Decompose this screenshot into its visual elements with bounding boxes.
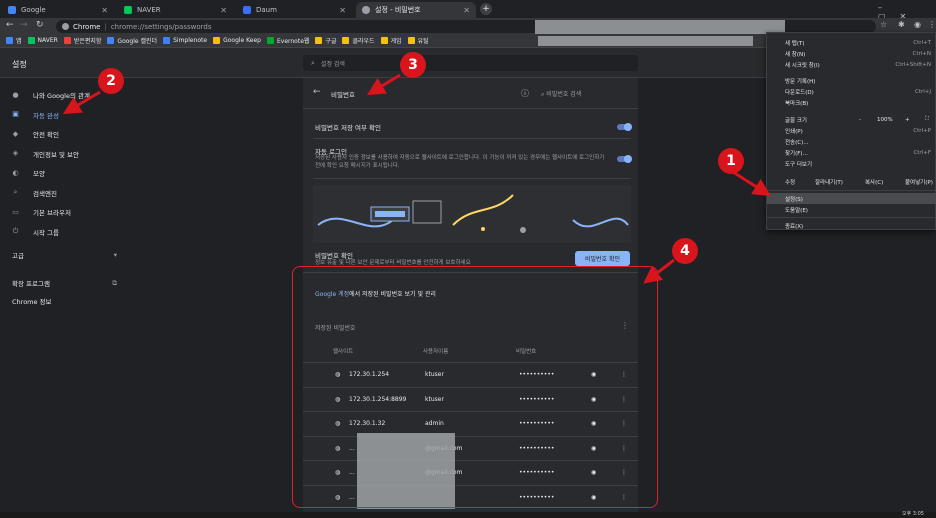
annotation-badge-3: 3 [400, 52, 426, 78]
annotation-badge-4: 4 [672, 238, 698, 264]
annotation-arrows [62, 73, 772, 284]
taskbar-clock: 오후 3:05 [901, 511, 924, 517]
annotation-badge-2: 2 [98, 68, 124, 94]
os-taskbar: 오후 3:05 [0, 511, 936, 518]
annotation-badge-1: 1 [718, 148, 744, 174]
